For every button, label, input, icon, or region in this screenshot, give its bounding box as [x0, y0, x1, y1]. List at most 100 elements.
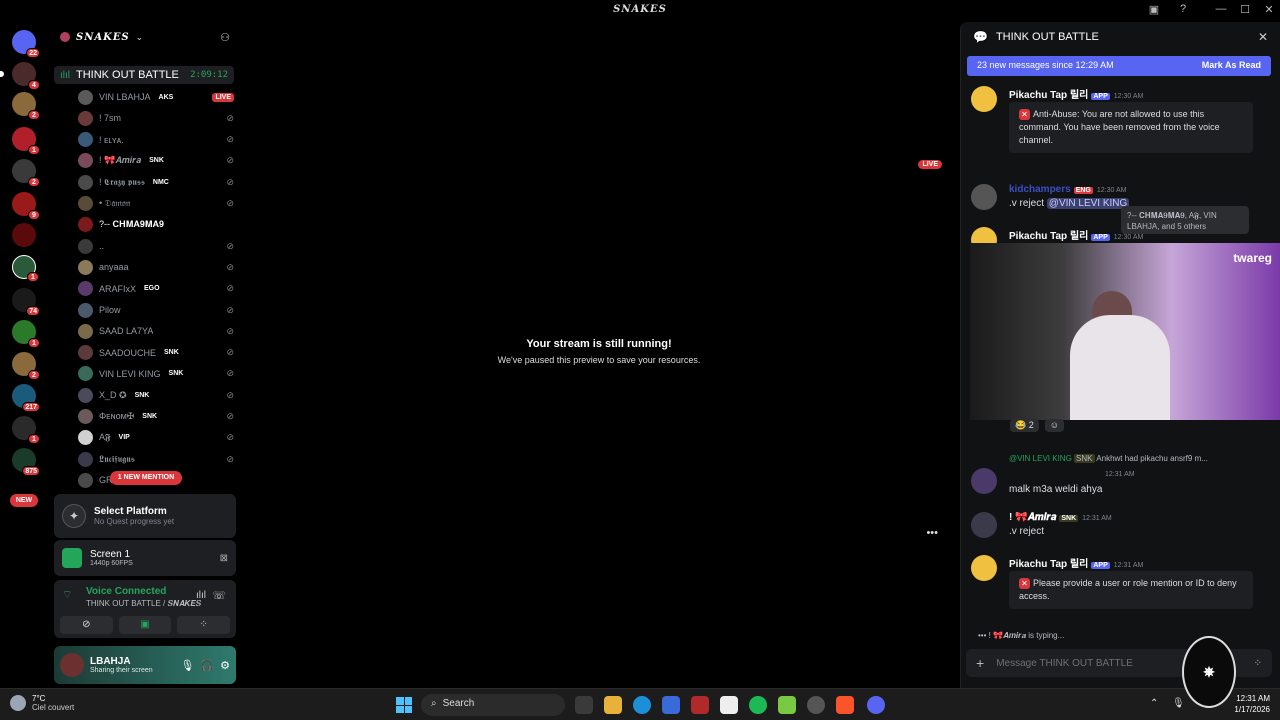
- chevron-up-icon[interactable]: ⌃: [1150, 698, 1158, 709]
- stop-share-icon[interactable]: ⊠: [220, 553, 228, 564]
- voice-member[interactable]: ! ᴇʟʏᴀ. ⊘: [78, 131, 234, 149]
- laugh-reaction[interactable]: 😂 2: [1010, 419, 1039, 432]
- voice-member[interactable]: ! 7sm ⊘: [78, 109, 234, 127]
- close-button[interactable]: ✕: [1259, 3, 1279, 19]
- avatar[interactable]: [971, 512, 997, 538]
- server-header[interactable]: 𝑺𝑵𝑨𝑲𝑬𝑺 ⌄ ⚇: [50, 22, 240, 52]
- live-badge[interactable]: LIVE: [212, 92, 234, 102]
- close-icon[interactable]: ✕: [1258, 30, 1268, 44]
- avatar[interactable]: [971, 86, 997, 112]
- gear-icon[interactable]: ⚙: [220, 659, 230, 672]
- activities-button[interactable]: ⁘: [177, 616, 231, 634]
- reply-reference[interactable]: @VIN LEVI KING SNK Ankhwt had pikachu an…: [1009, 454, 1208, 463]
- server-icon[interactable]: 9: [12, 192, 40, 220]
- mic-tray-icon[interactable]: 🎙: [1172, 698, 1185, 709]
- stream-view[interactable]: LIVE Your stream is still running! We've…: [242, 22, 956, 688]
- app-icon[interactable]: [691, 696, 709, 714]
- brave-icon[interactable]: [836, 696, 854, 714]
- voice-member[interactable]: 𝕷𝖚𝖈𝖎𝖋𝖚𝖌𝖚𝖘 ⊘: [78, 450, 234, 468]
- server-icon[interactable]: 74: [12, 288, 40, 316]
- avatar[interactable]: [60, 653, 84, 677]
- unread-badge: 875: [22, 466, 40, 476]
- server-icon[interactable]: 1: [12, 416, 40, 444]
- server-icon[interactable]: 4: [0, 62, 40, 90]
- server-icon[interactable]: 2: [12, 159, 40, 187]
- app-icon[interactable]: [778, 696, 796, 714]
- apps-icon[interactable]: ⁘: [1254, 658, 1262, 669]
- voice-member[interactable]: VIN LBAHJA AKS LIVE: [78, 88, 234, 106]
- obs-icon[interactable]: [807, 696, 825, 714]
- server-icon-active[interactable]: 1: [12, 255, 39, 282]
- new-servers-pill[interactable]: NEW: [10, 494, 38, 507]
- noise-suppression-icon[interactable]: ılıl: [196, 590, 206, 601]
- voice-member[interactable]: ! 🎀𝑨𝒎𝒊𝒓𝒂 SNK ⊘: [78, 152, 234, 170]
- message-author[interactable]: kidchampers: [1009, 184, 1071, 195]
- server-icon[interactable]: 2: [12, 352, 40, 380]
- avatar[interactable]: [971, 555, 997, 581]
- server-icon[interactable]: 2: [12, 92, 40, 120]
- discord-icon[interactable]: [867, 696, 885, 714]
- mark-as-read-button[interactable]: Mark As Read: [1202, 60, 1261, 72]
- disconnect-icon[interactable]: ☏: [212, 589, 226, 602]
- file-explorer-icon[interactable]: [604, 696, 622, 714]
- minimize-button[interactable]: —: [1211, 3, 1231, 19]
- server-icon[interactable]: 1: [12, 320, 40, 348]
- home-button[interactable]: 22: [12, 30, 40, 58]
- maximize-button[interactable]: ☐: [1235, 3, 1255, 19]
- microphone-icon[interactable]: 🎙: [180, 659, 194, 672]
- clock[interactable]: 12:31 AM 1/17/2026: [1234, 693, 1270, 715]
- help-icon[interactable]: ?: [1173, 3, 1193, 19]
- edge-icon[interactable]: [633, 696, 651, 714]
- voice-member[interactable]: ! 𝕮𝖗𝖆𝖟𝖞 𝖕𝖚𝖘𝖘 NMC ⊘: [78, 173, 234, 191]
- user-mention[interactable]: @VIN LEVI KING: [1046, 198, 1130, 209]
- notepad-icon[interactable]: [720, 696, 738, 714]
- voice-member[interactable]: Pilow ⊘: [78, 301, 234, 319]
- message-author[interactable]: Pikachu Tap 릴리: [1009, 90, 1088, 101]
- spotify-icon[interactable]: [749, 696, 767, 714]
- voice-member[interactable]: .. ⊘: [78, 237, 234, 255]
- screen-share-card[interactable]: Screen 1 1440p 60FPS ⊠: [54, 540, 236, 576]
- new-mention-pill[interactable]: 1 NEW MENTION: [110, 471, 182, 485]
- stream-paused-heading: Your stream is still running!: [526, 338, 672, 350]
- voice-channel-think-out-battle[interactable]: ılıl THINK OUT BATTLE 2:09:12: [54, 66, 234, 84]
- voice-member[interactable]: ?-- 𝐂𝐇𝐌𝐀𝟗𝐌𝐀𝟗: [78, 216, 234, 234]
- server-icon[interactable]: [12, 223, 36, 247]
- voice-member[interactable]: SAAD LA7YA ⊘: [78, 322, 234, 340]
- add-friend-icon[interactable]: ⚇: [220, 31, 230, 44]
- store-icon[interactable]: [662, 696, 680, 714]
- share-screen-button[interactable]: ▣: [118, 616, 172, 634]
- server-icon[interactable]: 1: [12, 127, 40, 155]
- weather-widget[interactable]: 7°C Ciel couvert: [10, 694, 74, 712]
- voice-channel-name: THINK OUT BATTLE: [76, 69, 179, 81]
- voice-location[interactable]: THINK OUT BATTLE / 𝑺𝑵𝑨𝑲𝑬𝑺: [86, 599, 228, 609]
- avatar: [78, 387, 93, 403]
- taskbar-search[interactable]: ⌕ Search: [421, 694, 565, 716]
- quest-card[interactable]: ✦ Select Platform No Quest progress yet: [54, 494, 236, 538]
- voice-member[interactable]: X_D ✪ SNK ⊘: [78, 386, 234, 404]
- voice-member[interactable]: VIN LEVI KING SNK ⊘: [78, 365, 234, 383]
- start-button[interactable]: [396, 697, 412, 713]
- voice-member[interactable]: Φᴇɴᴏᴍ✠ SNK ⊘: [78, 408, 234, 426]
- more-options-button[interactable]: •••: [926, 527, 938, 539]
- video-embed[interactable]: twareg: [970, 243, 1280, 420]
- headphones-icon[interactable]: 🎧: [200, 659, 214, 672]
- voice-member[interactable]: A𝕱 VIP ⊘: [78, 429, 234, 447]
- plus-icon[interactable]: +: [976, 655, 984, 671]
- voice-member[interactable]: ARAFIxX EGO ⊘: [78, 280, 234, 298]
- message-author[interactable]: Pikachu Tap 릴리: [1009, 231, 1088, 242]
- camera-off-button[interactable]: ⊘: [60, 616, 113, 634]
- muted-mic-icon: ⊘: [226, 453, 234, 464]
- server-icon[interactable]: 875: [12, 448, 40, 476]
- avatar[interactable]: [971, 184, 997, 210]
- voice-member[interactable]: anyaaa ⊘: [78, 258, 234, 276]
- inbox-icon[interactable]: ▣: [1144, 3, 1164, 19]
- add-reaction-button[interactable]: ☺: [1044, 419, 1064, 432]
- message-author[interactable]: ! 🎀𝑨𝒎𝒊𝒓𝒂: [1009, 512, 1056, 523]
- voice-member[interactable]: SAADOUCHE SNK ⊘: [78, 344, 234, 362]
- message-author[interactable]: Pikachu Tap 릴리: [1009, 559, 1088, 570]
- server-icon[interactable]: 217: [12, 384, 40, 412]
- avatar[interactable]: [971, 468, 997, 494]
- voice-member[interactable]: • 𝔇𝔞𝔪𝔬𝔫 ⊘: [78, 195, 234, 213]
- new-messages-bar[interactable]: 23 new messages since 12:29 AM Mark As R…: [967, 56, 1271, 76]
- task-view-icon[interactable]: [575, 696, 593, 714]
